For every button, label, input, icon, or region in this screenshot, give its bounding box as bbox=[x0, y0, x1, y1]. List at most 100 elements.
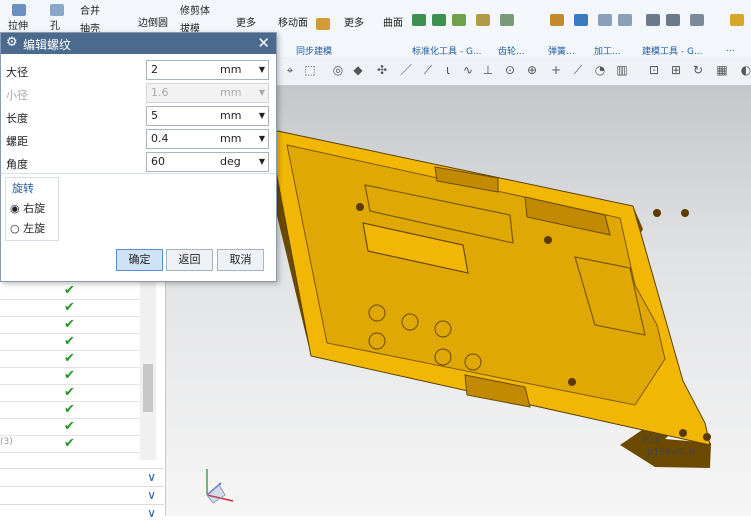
right-hand-radio[interactable]: ◉ 右旋 bbox=[10, 200, 45, 216]
length-value[interactable]: 5 bbox=[151, 109, 158, 122]
ribbon-more-2[interactable]: 更多 bbox=[344, 14, 364, 29]
group-gears[interactable]: 齿轮... bbox=[498, 44, 525, 57]
machining-icon-4[interactable] bbox=[618, 14, 632, 26]
cancel-button[interactable]: 取消 bbox=[217, 249, 264, 271]
group-springs[interactable]: 弹簧... bbox=[548, 44, 575, 57]
length-unit[interactable]: mm bbox=[220, 109, 241, 122]
expand-chevron-icon[interactable]: ∨ bbox=[147, 506, 156, 520]
modeling-tool-icon-1[interactable] bbox=[646, 14, 660, 26]
scrollbar-thumb[interactable] bbox=[143, 364, 153, 412]
ribbon-hole[interactable]: 孔 bbox=[50, 17, 60, 32]
snap-icon-4[interactable]: ι bbox=[441, 63, 455, 77]
snap-icon-5[interactable]: ∿ bbox=[461, 63, 475, 77]
collapsed-section-1[interactable]: ∨ bbox=[0, 468, 164, 487]
dialog-title-bar[interactable]: ⚙ 编辑螺纹 ✕ bbox=[1, 33, 276, 54]
machining-icon-2[interactable] bbox=[574, 14, 588, 26]
snap-circle-icon[interactable]: ⊙ bbox=[503, 63, 517, 77]
ribbon-edge-blend[interactable]: 边倒圆 bbox=[138, 14, 168, 29]
group-more[interactable]: ... bbox=[726, 44, 735, 54]
group-modeling-tools[interactable]: 建模工具 - G... bbox=[642, 44, 703, 57]
expand-chevron-icon[interactable]: ∨ bbox=[147, 470, 156, 484]
wcs-triad-icon bbox=[206, 469, 234, 504]
snap-icon-1[interactable]: ✣ bbox=[375, 63, 389, 77]
std-tool-icon-2[interactable] bbox=[432, 14, 446, 26]
fit-view-icon[interactable]: ⊡ bbox=[647, 63, 661, 77]
snap-plus-icon[interactable]: + bbox=[549, 63, 563, 77]
list-item[interactable]: ✔ bbox=[0, 367, 140, 385]
chevron-down-icon[interactable]: ▼ bbox=[259, 157, 265, 166]
pitch-unit[interactable]: mm bbox=[220, 132, 241, 145]
select-filter-icon[interactable]: ⌖ bbox=[283, 63, 297, 77]
list-item[interactable]: ✔ bbox=[0, 384, 140, 402]
list-item[interactable]: ✔ bbox=[0, 282, 140, 300]
group-machining[interactable]: 加工... bbox=[594, 44, 621, 57]
ribbon-extrude[interactable]: 拉伸 bbox=[8, 17, 28, 32]
snap-line-icon[interactable]: ⟋ bbox=[571, 63, 585, 77]
snap-icon-2[interactable]: ／ bbox=[399, 63, 413, 77]
list-item[interactable]: ✔ bbox=[0, 316, 140, 334]
view-icon-1[interactable]: ◎ bbox=[331, 63, 345, 77]
gear-tool-icon[interactable] bbox=[476, 14, 490, 26]
navigator-scrollbar[interactable] bbox=[140, 280, 156, 460]
render-style-icon[interactable]: ▦ bbox=[715, 63, 729, 77]
machining-icon-1[interactable] bbox=[550, 14, 564, 26]
left-hand-label[interactable]: 左旋 bbox=[23, 222, 45, 235]
snap-misc-icon[interactable]: ◔ bbox=[593, 63, 607, 77]
modeling-tool-icon-3[interactable] bbox=[690, 14, 704, 26]
length-field[interactable]: 5 mm ▼ bbox=[146, 106, 269, 126]
list-item[interactable]: ✔ bbox=[0, 350, 140, 368]
std-tool-icon-1[interactable] bbox=[412, 14, 426, 26]
chevron-down-icon[interactable]: ▼ bbox=[259, 134, 265, 143]
ribbon-unite[interactable]: 合并 bbox=[80, 2, 100, 17]
ribbon-surface[interactable]: 曲面 bbox=[383, 14, 403, 29]
snap-icon-3[interactable]: ⟋ bbox=[421, 63, 435, 77]
rotate-icon[interactable]: ↻ bbox=[691, 63, 705, 77]
major-diameter-value[interactable]: 2 bbox=[151, 63, 158, 76]
angle-field[interactable]: 60 deg ▼ bbox=[146, 152, 269, 172]
snap-icon-6[interactable]: ⊥ bbox=[481, 63, 495, 77]
list-item[interactable]: (3) ✔ bbox=[0, 435, 140, 453]
modeling-tool-icon-2[interactable] bbox=[666, 14, 680, 26]
minor-diameter-field: 1.6 mm ▼ bbox=[146, 83, 269, 103]
snap-quadrant-icon[interactable]: ⊕ bbox=[525, 63, 539, 77]
gear-icon[interactable]: ⚙ bbox=[6, 35, 18, 50]
screw-hole-4 bbox=[681, 209, 689, 217]
zoom-icon[interactable]: ⊞ bbox=[669, 63, 683, 77]
pitch-field[interactable]: 0.4 mm ▼ bbox=[146, 129, 269, 149]
machining-icon-3[interactable] bbox=[598, 14, 612, 26]
major-diameter-unit[interactable]: mm bbox=[220, 63, 241, 76]
extra-tool-icon[interactable] bbox=[730, 14, 744, 26]
collapsed-section-2[interactable]: ∨ bbox=[0, 486, 164, 505]
ribbon-move-face[interactable]: 移动面 bbox=[278, 14, 308, 29]
expand-chevron-icon[interactable]: ∨ bbox=[147, 488, 156, 502]
more-view-icon[interactable]: ◐ bbox=[739, 63, 751, 77]
rectangle-select-icon[interactable]: ⬚ bbox=[303, 63, 317, 77]
spring-tool-icon[interactable] bbox=[500, 14, 514, 26]
list-item[interactable]: ✔ bbox=[0, 299, 140, 317]
close-icon[interactable]: ✕ bbox=[257, 34, 270, 52]
list-item[interactable]: ✔ bbox=[0, 401, 140, 419]
snap-filter-icon[interactable]: ▥ bbox=[615, 63, 629, 77]
angle-unit[interactable]: deg bbox=[220, 155, 241, 168]
ribbon-more-1[interactable]: 更多 bbox=[236, 14, 256, 29]
collapsed-section-3[interactable]: ∨ bbox=[0, 504, 164, 523]
group-standard-tools[interactable]: 标准化工具 - G... bbox=[412, 44, 482, 57]
chevron-down-icon[interactable]: ▼ bbox=[259, 65, 265, 74]
list-item[interactable]: ✔ bbox=[0, 418, 140, 436]
cube-icon[interactable]: ◆ bbox=[351, 63, 365, 77]
group-sync-modeling[interactable]: 同步建模 bbox=[296, 44, 332, 57]
list-item[interactable]: ✔ bbox=[0, 333, 140, 351]
back-button[interactable]: 返回 bbox=[166, 249, 213, 271]
major-diameter-field[interactable]: 2 mm ▼ bbox=[146, 60, 269, 80]
left-hand-radio[interactable]: ○ 左旋 bbox=[10, 220, 45, 236]
rotation-group: 旋转 ◉ 右旋 ○ 左旋 bbox=[5, 177, 59, 241]
pitch-value[interactable]: 0.4 bbox=[151, 132, 169, 145]
angle-value[interactable]: 60 bbox=[151, 155, 165, 168]
std-tool-icon-3[interactable] bbox=[452, 14, 466, 26]
edit-thread-dialog: ⚙ 编辑螺纹 ✕ 大径 2 mm ▼ 小径 1.6 mm ▼ 长度 5 mm ▼… bbox=[0, 32, 277, 282]
check-icon: ✔ bbox=[64, 283, 75, 298]
ok-button[interactable]: 确定 bbox=[116, 249, 163, 271]
right-hand-label[interactable]: 右旋 bbox=[23, 202, 45, 215]
ribbon-trim-body[interactable]: 修剪体 bbox=[180, 2, 210, 17]
chevron-down-icon[interactable]: ▼ bbox=[259, 111, 265, 120]
